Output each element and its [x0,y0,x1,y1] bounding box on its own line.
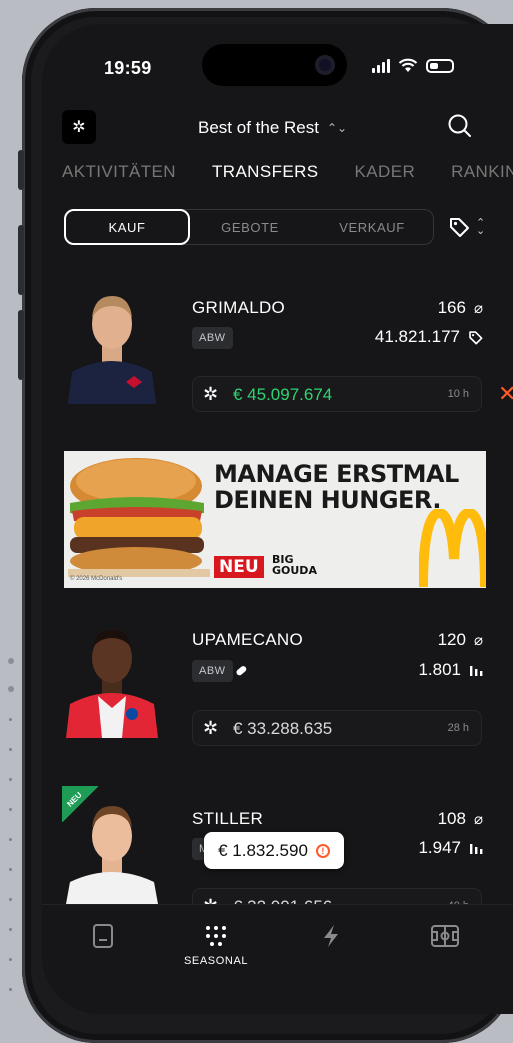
transfer-segments: KAUF GEBOTE VERKAUF ⌃ ⌄ [64,209,513,247]
points-value: 166 [437,298,466,317]
tabbar-label: SEASONAL [184,955,249,967]
average-icon: ⌀ [473,811,483,828]
player-photo [64,618,160,738]
segment-kauf[interactable]: KAUF [64,209,190,245]
lightning-icon [324,925,338,947]
search-icon[interactable] [447,113,473,139]
ad-copyright: © 2026 McDonald's [70,576,123,582]
document-icon [93,924,113,948]
average-icon: ⌀ [473,300,483,317]
bid-amount: € 45.097.674 [233,385,333,404]
tabbar-lineup[interactable] [430,923,460,949]
price-tooltip[interactable]: € 1.832.590 ! [204,832,344,869]
app-logo-icon[interactable]: ✲ [62,110,96,144]
tabbar-seasonal[interactable]: SEASONAL [184,923,248,967]
burger-image [68,458,210,577]
points-value: 108 [437,809,466,828]
chevron-updown-icon: ⌃⌄ [476,217,486,237]
pill-icon [236,666,247,676]
tag-sort-button[interactable]: ⌃ ⌄ [448,216,485,238]
tabbar-live[interactable] [320,923,342,949]
bid-row[interactable]: ✲ € 33.288.635 28 h [192,710,482,746]
segment-control: KAUF GEBOTE VERKAUF [64,209,434,245]
market-value: 1.947 [418,838,483,858]
market-value: 1.801 [418,660,483,680]
market-value: 41.821.177 [375,327,483,347]
segment-gebote[interactable]: GEBOTE [189,210,311,244]
player-name: STILLER [192,809,264,828]
seasonal-dots-icon [206,926,227,946]
market-value-amount: 1.801 [418,660,461,679]
volume-up-button [18,225,24,295]
tab-aktivitaeten[interactable]: AKTIVITÄTEN [62,162,176,182]
kickbase-star-icon: ✲ [203,718,219,738]
player-name: GRIMALDO [192,298,286,317]
time-remaining: 28 h [447,722,469,734]
tooltip-amount: € 1.832.590 [218,840,308,860]
tabbar-document[interactable] [92,923,114,949]
tab-kader[interactable]: KADER [355,162,416,182]
kickbase-star-icon: ✲ [203,384,219,404]
signal-icon [372,58,390,73]
camera-icon [315,55,335,75]
ad-banner[interactable]: MANAGE ERSTMAL DEINEN HUNGER. NEU BIG GO… [64,451,486,588]
tab-ranking[interactable]: RANKIN [451,162,513,182]
ad-neu-badge: NEU [214,556,264,578]
action-button [18,150,24,190]
app-screen: 19:59 ✲ Best of the Rest ⌃⌄ AKTIVITÄTEN … [42,24,513,1014]
position-badge: ABW [192,660,233,682]
main-tabs: AKTIVITÄTEN TRANSFERS KADER RANKIN [62,162,513,182]
warning-icon: ! [315,843,330,858]
market-value-amount: 41.821.177 [374,327,460,346]
pitch-icon [431,925,459,947]
average-icon: ⌀ [473,632,483,649]
ad-headline: MANAGE ERSTMAL DEINEN HUNGER. [214,460,459,514]
ad-product-name: BIG GOUDA [272,553,317,577]
segment-verkauf[interactable]: VERKAUF [311,210,433,244]
player-photo [64,796,160,904]
player-photo [64,284,160,404]
dynamic-island [202,44,347,86]
app-header: ✲ Best of the Rest ⌃⌄ [42,110,513,150]
player-points: 166 ⌀ [438,298,483,318]
player-points: 108 ⌀ [438,809,483,829]
player-points: 120 ⌀ [438,630,483,650]
bid-amount: € 33.288.635 [233,719,333,738]
league-name: Best of the Rest [198,118,319,137]
position-badge: ABW [192,327,233,349]
tag-icon [469,330,483,344]
time-remaining: 10 h [447,388,469,400]
market-value-amount: 1.947 [418,838,461,857]
player-name: UPAMECANO [192,630,304,649]
wifi-icon [398,58,418,72]
status-time: 19:59 [104,58,152,78]
tag-icon [450,218,469,237]
mcdonalds-logo-icon [419,509,486,588]
bid-row[interactable]: ✲ € 45.097.674 10 h [192,376,482,412]
bar-chart-icon [470,844,483,854]
league-selector[interactable]: Best of the Rest ⌃⌄ [198,118,347,138]
points-value: 120 [437,630,466,649]
chevron-updown-icon: ⌃⌄ [326,121,348,135]
volume-down-button [18,310,24,380]
bar-chart-icon [470,666,483,676]
bottom-tab-bar: SEASONAL [42,904,513,1014]
status-bar: 19:59 [42,24,513,94]
close-icon[interactable]: ✕ [498,381,513,407]
tab-transfers[interactable]: TRANSFERS [212,162,319,182]
battery-icon [426,58,454,73]
status-icons [372,58,454,73]
